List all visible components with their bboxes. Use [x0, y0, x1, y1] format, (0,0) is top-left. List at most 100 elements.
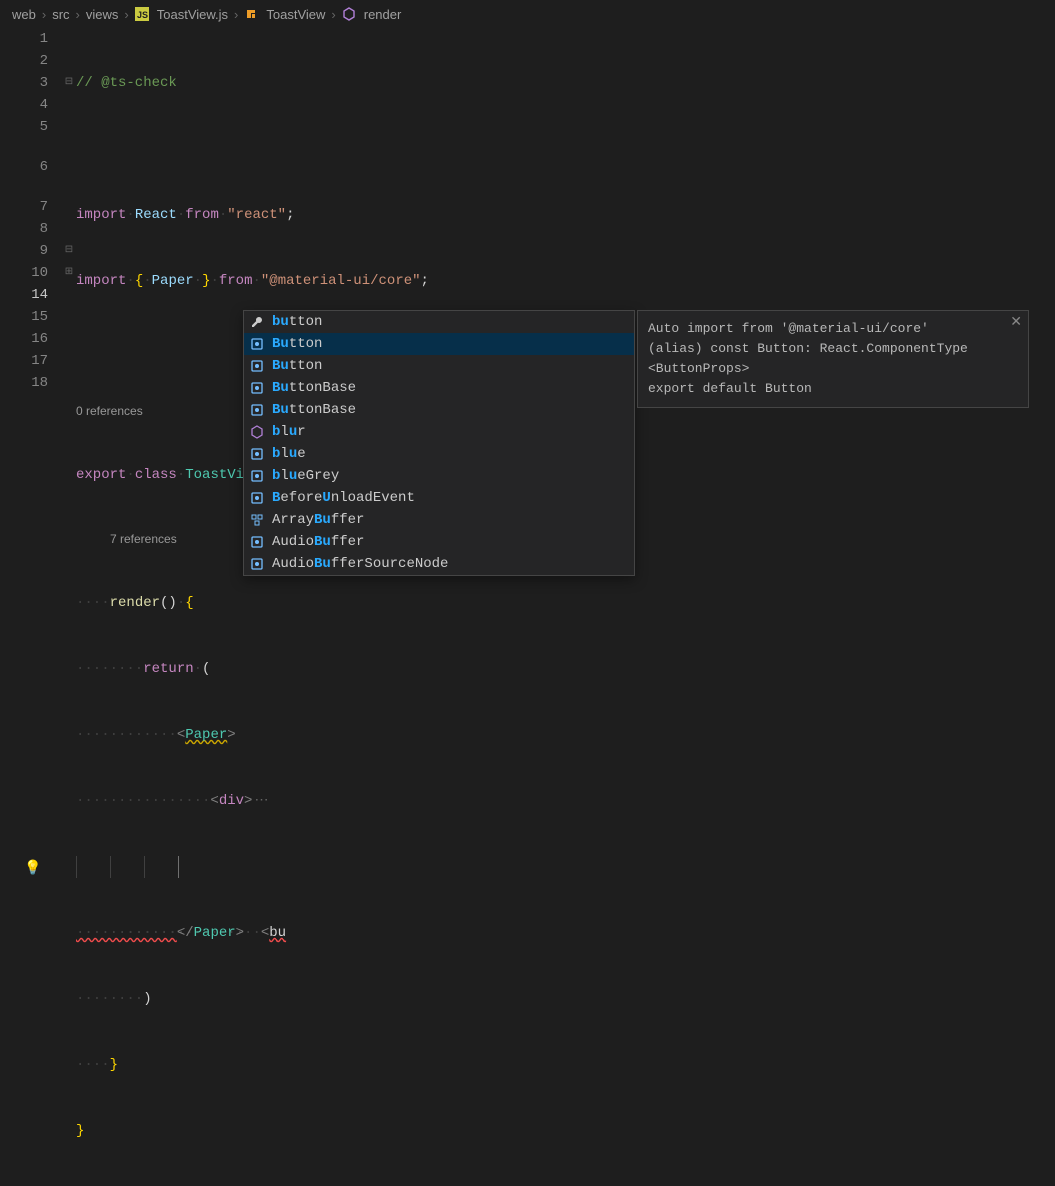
suggest-item-label: AudioBufferSourceNode	[272, 556, 630, 572]
code-text: "@material-ui/core"	[261, 273, 421, 289]
line-number: 5	[0, 116, 48, 138]
suggest-item-label: Button	[272, 336, 630, 352]
suggest-item-label: ButtonBase	[272, 402, 630, 418]
code-text: // @ts-check	[76, 75, 177, 91]
line-number: 18	[0, 372, 48, 394]
line-number: 16	[0, 328, 48, 350]
suggest-item[interactable]: AudioBuffer	[244, 531, 634, 553]
code-text: }	[110, 1057, 118, 1073]
code-area[interactable]: // @ts-check import·React·from·"react"; …	[76, 28, 1055, 1186]
box-icon	[248, 337, 266, 351]
suggest-item[interactable]: blueGrey	[244, 465, 634, 487]
code-text: from	[185, 207, 219, 223]
cube-icon	[248, 425, 266, 439]
code-text: return	[143, 661, 193, 677]
code-editor[interactable]: 1 2 3 4 5 6 7 8 9 10 14 15 16 17 18 ⊟ ⊟ …	[0, 28, 1055, 1186]
suggest-item-label: ButtonBase	[272, 380, 630, 396]
svg-text:JS: JS	[137, 10, 148, 20]
breadcrumb-item[interactable]: render	[364, 7, 402, 22]
chevron-right-icon: ›	[124, 7, 128, 22]
line-number: 3	[0, 72, 48, 94]
line-number: 2	[0, 50, 48, 72]
suggest-item[interactable]: BeforeUnloadEvent	[244, 487, 634, 509]
code-text: render	[110, 595, 160, 611]
struct-icon	[248, 513, 266, 527]
fold-gutter[interactable]: ⊟ ⊟ ⊞	[62, 28, 76, 1186]
breadcrumb-item[interactable]: ToastView.js	[157, 7, 228, 22]
box-icon	[248, 359, 266, 373]
code-text: class	[135, 467, 177, 483]
line-number: 8	[0, 218, 48, 240]
chevron-right-icon: ›	[331, 7, 335, 22]
suggest-item-label: button	[272, 314, 630, 330]
code-text: )	[143, 991, 151, 1007]
suggest-item[interactable]: ArrayBuffer	[244, 509, 634, 531]
chevron-right-icon: ›	[42, 7, 46, 22]
code-text: {	[135, 273, 143, 289]
fold-toggle[interactable]: ⊟	[62, 72, 76, 94]
box-icon	[248, 557, 266, 571]
box-icon	[248, 535, 266, 549]
close-icon[interactable]: ✕	[1010, 313, 1022, 333]
code-text: "react"	[227, 207, 286, 223]
breadcrumb-item[interactable]: src	[52, 7, 69, 22]
details-line: <ButtonProps>	[648, 359, 1018, 379]
suggest-item[interactable]: Button	[244, 355, 634, 377]
line-number: 9	[0, 240, 48, 262]
line-number: 10	[0, 262, 48, 284]
suggest-item-label: blueGrey	[272, 468, 630, 484]
code-text: import	[76, 273, 126, 289]
code-text: export	[76, 467, 126, 483]
breadcrumb-item[interactable]: views	[86, 7, 119, 22]
box-icon	[248, 381, 266, 395]
suggest-item[interactable]: ButtonBase	[244, 377, 634, 399]
suggest-item-label: ArrayBuffer	[272, 512, 630, 528]
line-number: 1	[0, 28, 48, 50]
wrench-icon	[248, 315, 266, 329]
code-text: import	[76, 207, 126, 223]
chevron-right-icon: ›	[234, 7, 238, 22]
suggest-item-label: Button	[272, 358, 630, 374]
code-text: {	[185, 595, 193, 611]
class-icon	[244, 7, 258, 21]
line-number: 15	[0, 306, 48, 328]
suggest-item-label: AudioBuffer	[272, 534, 630, 550]
suggest-item-label: blur	[272, 424, 630, 440]
breadcrumb-item[interactable]: ToastView	[266, 7, 325, 22]
details-line: export default Button	[648, 379, 1018, 399]
intellisense-suggest-widget[interactable]: button Button Button ButtonBase ButtonBase bl…	[243, 310, 635, 576]
breadcrumb-item[interactable]: web	[12, 7, 36, 22]
breadcrumbs[interactable]: web › src › views › JS ToastView.js › To…	[0, 0, 1055, 28]
suggest-item-label: blue	[272, 446, 630, 462]
code-text: ()	[160, 595, 177, 611]
intellisense-details-pane: ✕ Auto import from '@material-ui/core' (…	[637, 310, 1029, 408]
folded-placeholder[interactable]: ⋯	[254, 793, 268, 809]
code-text: React	[135, 207, 177, 223]
suggest-item[interactable]: blur	[244, 421, 634, 443]
code-text: Paper	[152, 273, 194, 289]
line-number: 4	[0, 94, 48, 116]
box-icon	[248, 491, 266, 505]
suggest-item[interactable]: Button	[244, 333, 634, 355]
line-number: 6	[0, 156, 48, 178]
code-text: from	[219, 273, 253, 289]
lightbulb-icon[interactable]: 💡	[24, 858, 41, 880]
code-text: }	[76, 1123, 84, 1139]
code-text: Paper	[194, 925, 236, 941]
fold-toggle[interactable]: ⊟	[62, 240, 76, 262]
method-icon	[342, 7, 356, 21]
suggest-item[interactable]: blue	[244, 443, 634, 465]
chevron-right-icon: ›	[76, 7, 80, 22]
details-line: (alias) const Button: React.ComponentTyp…	[648, 339, 1018, 359]
suggest-item[interactable]: button	[244, 311, 634, 333]
code-text: Paper	[185, 727, 227, 743]
suggest-item[interactable]: AudioBufferSourceNode	[244, 553, 634, 575]
details-line: Auto import from '@material-ui/core'	[648, 319, 1018, 339]
box-icon	[248, 447, 266, 461]
suggest-item[interactable]: ButtonBase	[244, 399, 634, 421]
box-icon	[248, 469, 266, 483]
box-icon	[248, 403, 266, 417]
fold-toggle[interactable]: ⊞	[62, 262, 76, 284]
line-number: 17	[0, 350, 48, 372]
line-number: 7	[0, 196, 48, 218]
